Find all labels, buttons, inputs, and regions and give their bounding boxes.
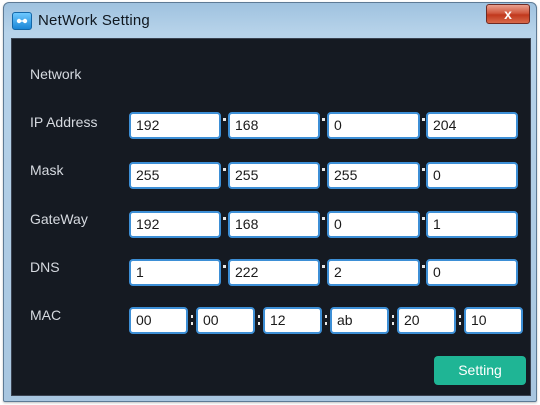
dns-octet-3-input[interactable]: 2 <box>327 259 420 286</box>
ip-octet-1-input[interactable]: 192 <box>129 112 221 139</box>
window-title: NetWork Setting <box>38 12 150 29</box>
dns-separator <box>223 265 226 268</box>
ip-octet-2-input[interactable]: 168 <box>228 112 320 139</box>
dns-separator <box>422 265 425 268</box>
close-button[interactable]: x <box>486 4 530 24</box>
mac-separator <box>258 315 260 325</box>
mask-octet-4-input[interactable]: 0 <box>426 162 518 189</box>
mask-separator <box>422 168 425 171</box>
close-icon: x <box>504 6 512 22</box>
mask-octet-1-input[interactable]: 255 <box>129 162 221 189</box>
mac-separator <box>191 315 193 325</box>
mask-label: Mask <box>30 162 64 178</box>
dns-label: DNS <box>30 259 60 275</box>
gateway-label: GateWay <box>30 211 88 227</box>
mac-separator <box>392 315 394 325</box>
mask-separator <box>223 168 226 171</box>
mask-separator <box>322 168 325 171</box>
gateway-separator <box>322 217 325 220</box>
dns-separator <box>322 265 325 268</box>
network-setting-window: NetWork Setting x Network IP Address 192… <box>3 2 537 402</box>
ip-separator <box>322 118 325 121</box>
gateway-separator <box>223 217 226 220</box>
mask-octet-2-input[interactable]: 255 <box>228 162 320 189</box>
ip-separator <box>422 118 425 121</box>
setting-button[interactable]: Setting <box>434 356 526 385</box>
dns-octet-4-input[interactable]: 0 <box>426 259 518 286</box>
dns-octet-1-input[interactable]: 1 <box>129 259 221 286</box>
mac-byte-1-input[interactable]: 00 <box>129 307 188 334</box>
mac-separator <box>459 315 461 325</box>
mac-byte-6-input[interactable]: 10 <box>464 307 523 334</box>
gateway-octet-4-input[interactable]: 1 <box>426 211 518 238</box>
mac-byte-5-input[interactable]: 20 <box>397 307 456 334</box>
mac-separator <box>325 315 327 325</box>
mask-octet-3-input[interactable]: 255 <box>327 162 420 189</box>
gateway-octet-3-input[interactable]: 0 <box>327 211 420 238</box>
mac-label: MAC <box>30 307 62 323</box>
mac-byte-2-input[interactable]: 00 <box>196 307 255 334</box>
ip-octet-3-input[interactable]: 0 <box>327 112 420 139</box>
ip-octet-4-input[interactable]: 204 <box>426 112 518 139</box>
section-title-network: Network <box>30 66 82 82</box>
title-bar[interactable]: NetWork Setting x <box>4 3 536 39</box>
gateway-octet-2-input[interactable]: 168 <box>228 211 320 238</box>
settings-panel: Network IP Address 192 168 0 204 Mask 25… <box>11 38 531 396</box>
gateway-octet-1-input[interactable]: 192 <box>129 211 221 238</box>
ip-address-label: IP Address <box>30 114 98 130</box>
mac-byte-3-input[interactable]: 12 <box>263 307 322 334</box>
gateway-separator <box>422 217 425 220</box>
mac-byte-4-input[interactable]: ab <box>330 307 389 334</box>
ip-separator <box>223 118 226 121</box>
network-app-icon <box>12 12 32 30</box>
dns-octet-2-input[interactable]: 222 <box>228 259 320 286</box>
